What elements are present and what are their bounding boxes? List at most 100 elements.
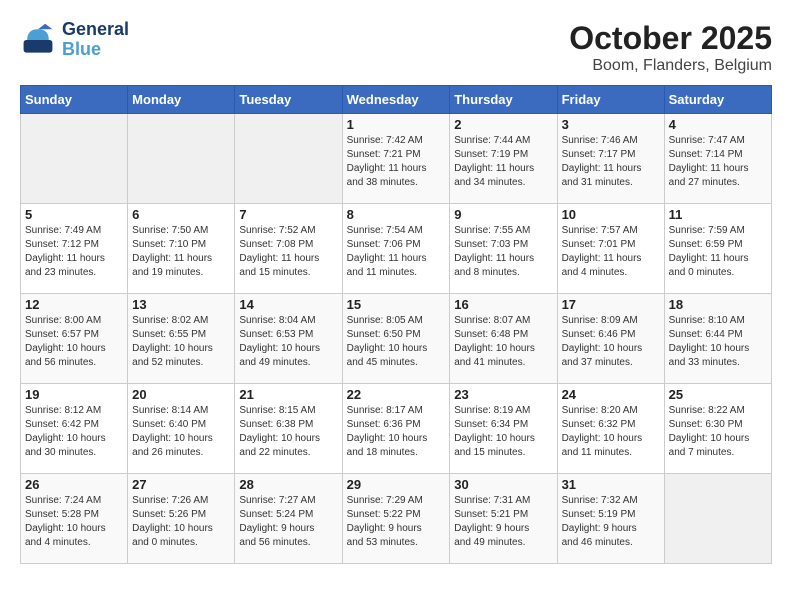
calendar-cell: 15 Sunrise: 8:05 AM Sunset: 6:50 PM Dayli…	[342, 294, 450, 384]
day-number: 31	[562, 477, 660, 492]
calendar-cell: 22 Sunrise: 8:17 AM Sunset: 6:36 PM Dayli…	[342, 384, 450, 474]
calendar-cell: 27 Sunrise: 7:26 AM Sunset: 5:26 PM Dayli…	[128, 474, 235, 564]
calendar-cell: 19Sunrise: 8:12 AM Sunset: 6:42 PM Dayli…	[21, 384, 128, 474]
day-number: 14	[239, 297, 337, 312]
day-info: Sunrise: 7:24 AM Sunset: 5:28 PM Dayligh…	[25, 494, 123, 550]
page-title: October 2025	[569, 20, 772, 57]
day-info: Sunrise: 7:54 AM Sunset: 7:06 PM Dayligh…	[347, 224, 446, 280]
calendar-cell: 2 Sunrise: 7:44 AM Sunset: 7:19 PM Daylig…	[450, 114, 557, 204]
calendar-cell: 12 Sunrise: 8:00 AM Sunset: 6:57 PM Dayli…	[21, 294, 128, 384]
calendar-cell: 31 Sunrise: 7:32 AM Sunset: 5:19 PM Dayli…	[557, 474, 664, 564]
day-info: Sunrise: 7:57 AM Sunset: 7:01 PM Dayligh…	[562, 224, 660, 280]
day-info: Sunrise: 8:20 AM Sunset: 6:32 PM Dayligh…	[562, 404, 660, 460]
page-header: General Blue October 2025 Boom, Flanders…	[20, 20, 772, 75]
calendar-cell: 17Sunrise: 8:09 AM Sunset: 6:46 PM Dayli…	[557, 294, 664, 384]
day-info: Sunrise: 7:49 AM Sunset: 7:12 PM Dayligh…	[25, 224, 123, 280]
calendar-cell: 23 Sunrise: 8:19 AM Sunset: 6:34 PM Dayli…	[450, 384, 557, 474]
day-info: Sunrise: 7:50 AM Sunset: 7:10 PM Dayligh…	[132, 224, 230, 280]
day-number: 8	[347, 207, 446, 222]
day-info: Sunrise: 7:31 AM Sunset: 5:21 PM Dayligh…	[454, 494, 552, 550]
calendar-cell: 13Sunrise: 8:02 AM Sunset: 6:55 PM Dayli…	[128, 294, 235, 384]
calendar-cell: 1 Sunrise: 7:42 AM Sunset: 7:21 PM Daylig…	[342, 114, 450, 204]
day-info: Sunrise: 8:22 AM Sunset: 6:30 PM Dayligh…	[669, 404, 767, 460]
day-info: Sunrise: 7:32 AM Sunset: 5:19 PM Dayligh…	[562, 494, 660, 550]
calendar-cell: 14 Sunrise: 8:04 AM Sunset: 6:53 PM Dayli…	[235, 294, 342, 384]
day-header-thursday: Thursday	[450, 86, 557, 114]
day-number: 12	[25, 297, 123, 312]
day-number: 20	[132, 387, 230, 402]
day-number: 24	[562, 387, 660, 402]
day-info: Sunrise: 8:15 AM Sunset: 6:38 PM Dayligh…	[239, 404, 337, 460]
day-info: Sunrise: 7:44 AM Sunset: 7:19 PM Dayligh…	[454, 134, 552, 190]
day-info: Sunrise: 8:19 AM Sunset: 6:34 PM Dayligh…	[454, 404, 552, 460]
calendar-cell: 7 Sunrise: 7:52 AM Sunset: 7:08 PM Daylig…	[235, 204, 342, 294]
day-info: Sunrise: 7:52 AM Sunset: 7:08 PM Dayligh…	[239, 224, 337, 280]
day-number: 1	[347, 117, 446, 132]
title-block: October 2025 Boom, Flanders, Belgium	[569, 20, 772, 75]
day-info: Sunrise: 7:26 AM Sunset: 5:26 PM Dayligh…	[132, 494, 230, 550]
day-header-wednesday: Wednesday	[342, 86, 450, 114]
day-info: Sunrise: 8:10 AM Sunset: 6:44 PM Dayligh…	[669, 314, 767, 370]
day-info: Sunrise: 7:47 AM Sunset: 7:14 PM Dayligh…	[669, 134, 767, 190]
day-info: Sunrise: 7:29 AM Sunset: 5:22 PM Dayligh…	[347, 494, 446, 550]
day-number: 23	[454, 387, 552, 402]
day-info: Sunrise: 7:42 AM Sunset: 7:21 PM Dayligh…	[347, 134, 446, 190]
day-number: 16	[454, 297, 552, 312]
calendar-cell: 5Sunrise: 7:49 AM Sunset: 7:12 PM Daylig…	[21, 204, 128, 294]
calendar-cell: 26 Sunrise: 7:24 AM Sunset: 5:28 PM Dayli…	[21, 474, 128, 564]
day-number: 9	[454, 207, 552, 222]
day-info: Sunrise: 7:59 AM Sunset: 6:59 PM Dayligh…	[669, 224, 767, 280]
calendar-week-1: 1 Sunrise: 7:42 AM Sunset: 7:21 PM Daylig…	[21, 114, 772, 204]
day-header-sunday: Sunday	[21, 86, 128, 114]
day-header-tuesday: Tuesday	[235, 86, 342, 114]
calendar-cell: 28 Sunrise: 7:27 AM Sunset: 5:24 PM Dayli…	[235, 474, 342, 564]
day-number: 28	[239, 477, 337, 492]
calendar-week-5: 26 Sunrise: 7:24 AM Sunset: 5:28 PM Dayli…	[21, 474, 772, 564]
day-info: Sunrise: 8:05 AM Sunset: 6:50 PM Dayligh…	[347, 314, 446, 370]
calendar-cell: 24 Sunrise: 8:20 AM Sunset: 6:32 PM Dayli…	[557, 384, 664, 474]
calendar-week-2: 5Sunrise: 7:49 AM Sunset: 7:12 PM Daylig…	[21, 204, 772, 294]
day-number: 4	[669, 117, 767, 132]
page-subtitle: Boom, Flanders, Belgium	[569, 57, 772, 75]
calendar-cell: 8 Sunrise: 7:54 AM Sunset: 7:06 PM Daylig…	[342, 204, 450, 294]
calendar-cell	[128, 114, 235, 204]
day-info: Sunrise: 7:27 AM Sunset: 5:24 PM Dayligh…	[239, 494, 337, 550]
day-number: 22	[347, 387, 446, 402]
calendar-cell: 20 Sunrise: 8:14 AM Sunset: 6:40 PM Dayli…	[128, 384, 235, 474]
day-number: 25	[669, 387, 767, 402]
calendar-cell: 9Sunrise: 7:55 AM Sunset: 7:03 PM Daylig…	[450, 204, 557, 294]
day-number: 3	[562, 117, 660, 132]
day-number: 15	[347, 297, 446, 312]
day-info: Sunrise: 8:02 AM Sunset: 6:55 PM Dayligh…	[132, 314, 230, 370]
calendar-cell: 29 Sunrise: 7:29 AM Sunset: 5:22 PM Dayli…	[342, 474, 450, 564]
calendar-cell: 16 Sunrise: 8:07 AM Sunset: 6:48 PM Dayli…	[450, 294, 557, 384]
day-info: Sunrise: 8:07 AM Sunset: 6:48 PM Dayligh…	[454, 314, 552, 370]
day-number: 6	[132, 207, 230, 222]
day-number: 29	[347, 477, 446, 492]
calendar-cell: 10 Sunrise: 7:57 AM Sunset: 7:01 PM Dayli…	[557, 204, 664, 294]
day-info: Sunrise: 8:04 AM Sunset: 6:53 PM Dayligh…	[239, 314, 337, 370]
day-info: Sunrise: 8:17 AM Sunset: 6:36 PM Dayligh…	[347, 404, 446, 460]
calendar-header-row: SundayMondayTuesdayWednesdayThursdayFrid…	[21, 86, 772, 114]
calendar-cell: 6 Sunrise: 7:50 AM Sunset: 7:10 PM Daylig…	[128, 204, 235, 294]
day-info: Sunrise: 7:46 AM Sunset: 7:17 PM Dayligh…	[562, 134, 660, 190]
day-info: Sunrise: 8:09 AM Sunset: 6:46 PM Dayligh…	[562, 314, 660, 370]
day-number: 2	[454, 117, 552, 132]
day-number: 7	[239, 207, 337, 222]
calendar-table: SundayMondayTuesdayWednesdayThursdayFrid…	[20, 85, 772, 564]
calendar-cell	[235, 114, 342, 204]
day-number: 27	[132, 477, 230, 492]
calendar-cell: 11Sunrise: 7:59 AM Sunset: 6:59 PM Dayli…	[664, 204, 771, 294]
calendar-week-3: 12 Sunrise: 8:00 AM Sunset: 6:57 PM Dayli…	[21, 294, 772, 384]
day-info: Sunrise: 8:00 AM Sunset: 6:57 PM Dayligh…	[25, 314, 123, 370]
day-number: 19	[25, 387, 123, 402]
calendar-cell: 30Sunrise: 7:31 AM Sunset: 5:21 PM Dayli…	[450, 474, 557, 564]
calendar-week-4: 19Sunrise: 8:12 AM Sunset: 6:42 PM Dayli…	[21, 384, 772, 474]
day-number: 10	[562, 207, 660, 222]
day-header-saturday: Saturday	[664, 86, 771, 114]
calendar-cell: 3 Sunrise: 7:46 AM Sunset: 7:17 PM Daylig…	[557, 114, 664, 204]
calendar-cell	[21, 114, 128, 204]
day-number: 26	[25, 477, 123, 492]
logo: General Blue	[20, 20, 129, 60]
day-info: Sunrise: 8:14 AM Sunset: 6:40 PM Dayligh…	[132, 404, 230, 460]
